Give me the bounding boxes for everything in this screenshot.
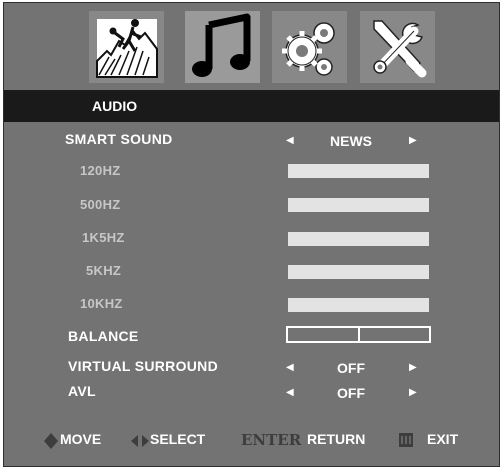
move-arrows-icon (44, 433, 58, 449)
eq-1k5hz-label: 1K5HZ (82, 230, 125, 245)
tab-tools[interactable] (360, 11, 435, 83)
section-header: AUDIO (4, 90, 499, 122)
footer-hints: MOVE SELECT ENTER RETURN EXIT (4, 431, 499, 451)
tab-audio[interactable] (185, 11, 260, 83)
eq-10khz-slider[interactable] (288, 298, 429, 312)
smart-sound-label[interactable]: SMART SOUND (65, 131, 173, 147)
section-title: AUDIO (92, 98, 138, 114)
avl-value[interactable]: OFF (306, 385, 396, 401)
audio-menu-panel: AUDIO SMART SOUND ◀ NEWS ▶ 120HZ 500HZ 1… (3, 2, 500, 467)
wrench-screwdriver-icon (373, 20, 427, 78)
eq-500hz-slider[interactable] (288, 198, 429, 212)
balance-label[interactable]: BALANCE (68, 328, 139, 344)
select-arrows-icon (131, 435, 149, 447)
eq-120hz-label: 120HZ (80, 163, 121, 178)
select-hint: SELECT (150, 431, 206, 447)
virtual-surround-right-arrow-icon[interactable]: ▶ (409, 362, 417, 373)
balance-center-marker[interactable] (357, 328, 360, 341)
tab-settings[interactable] (272, 11, 347, 83)
gears-icon (282, 22, 335, 76)
eq-5khz-slider[interactable] (288, 265, 429, 279)
smart-sound-value[interactable]: NEWS (306, 133, 396, 149)
avl-right-arrow-icon[interactable]: ▶ (409, 387, 417, 398)
eq-5khz-label: 5KHZ (86, 263, 122, 278)
balance-slider[interactable] (286, 326, 431, 343)
exit-hint: EXIT (427, 431, 459, 447)
move-hint: MOVE (60, 431, 102, 447)
virtual-surround-value[interactable]: OFF (306, 360, 396, 376)
virtual-surround-label[interactable]: VIRTUAL SURROUND (68, 358, 218, 374)
eq-500hz-label: 500HZ (80, 197, 121, 212)
eq-1k5hz-slider[interactable] (288, 232, 429, 246)
avl-label[interactable]: AVL (68, 383, 96, 399)
avl-left-arrow-icon[interactable]: ◀ (286, 387, 294, 398)
eq-120hz-slider[interactable] (288, 164, 429, 178)
eq-10khz-label: 10KHZ (80, 296, 123, 311)
enter-key-label: ENTER (241, 431, 302, 449)
smart-sound-left-arrow-icon[interactable]: ◀ (286, 135, 294, 146)
menu-key-icon (399, 433, 413, 447)
smart-sound-right-arrow-icon[interactable]: ▶ (409, 135, 417, 146)
music-note-icon (192, 13, 251, 77)
virtual-surround-left-arrow-icon[interactable]: ◀ (286, 362, 294, 373)
return-hint: RETURN (307, 431, 366, 447)
tab-picture[interactable] (89, 11, 164, 83)
mountain-climber-icon (96, 19, 158, 78)
